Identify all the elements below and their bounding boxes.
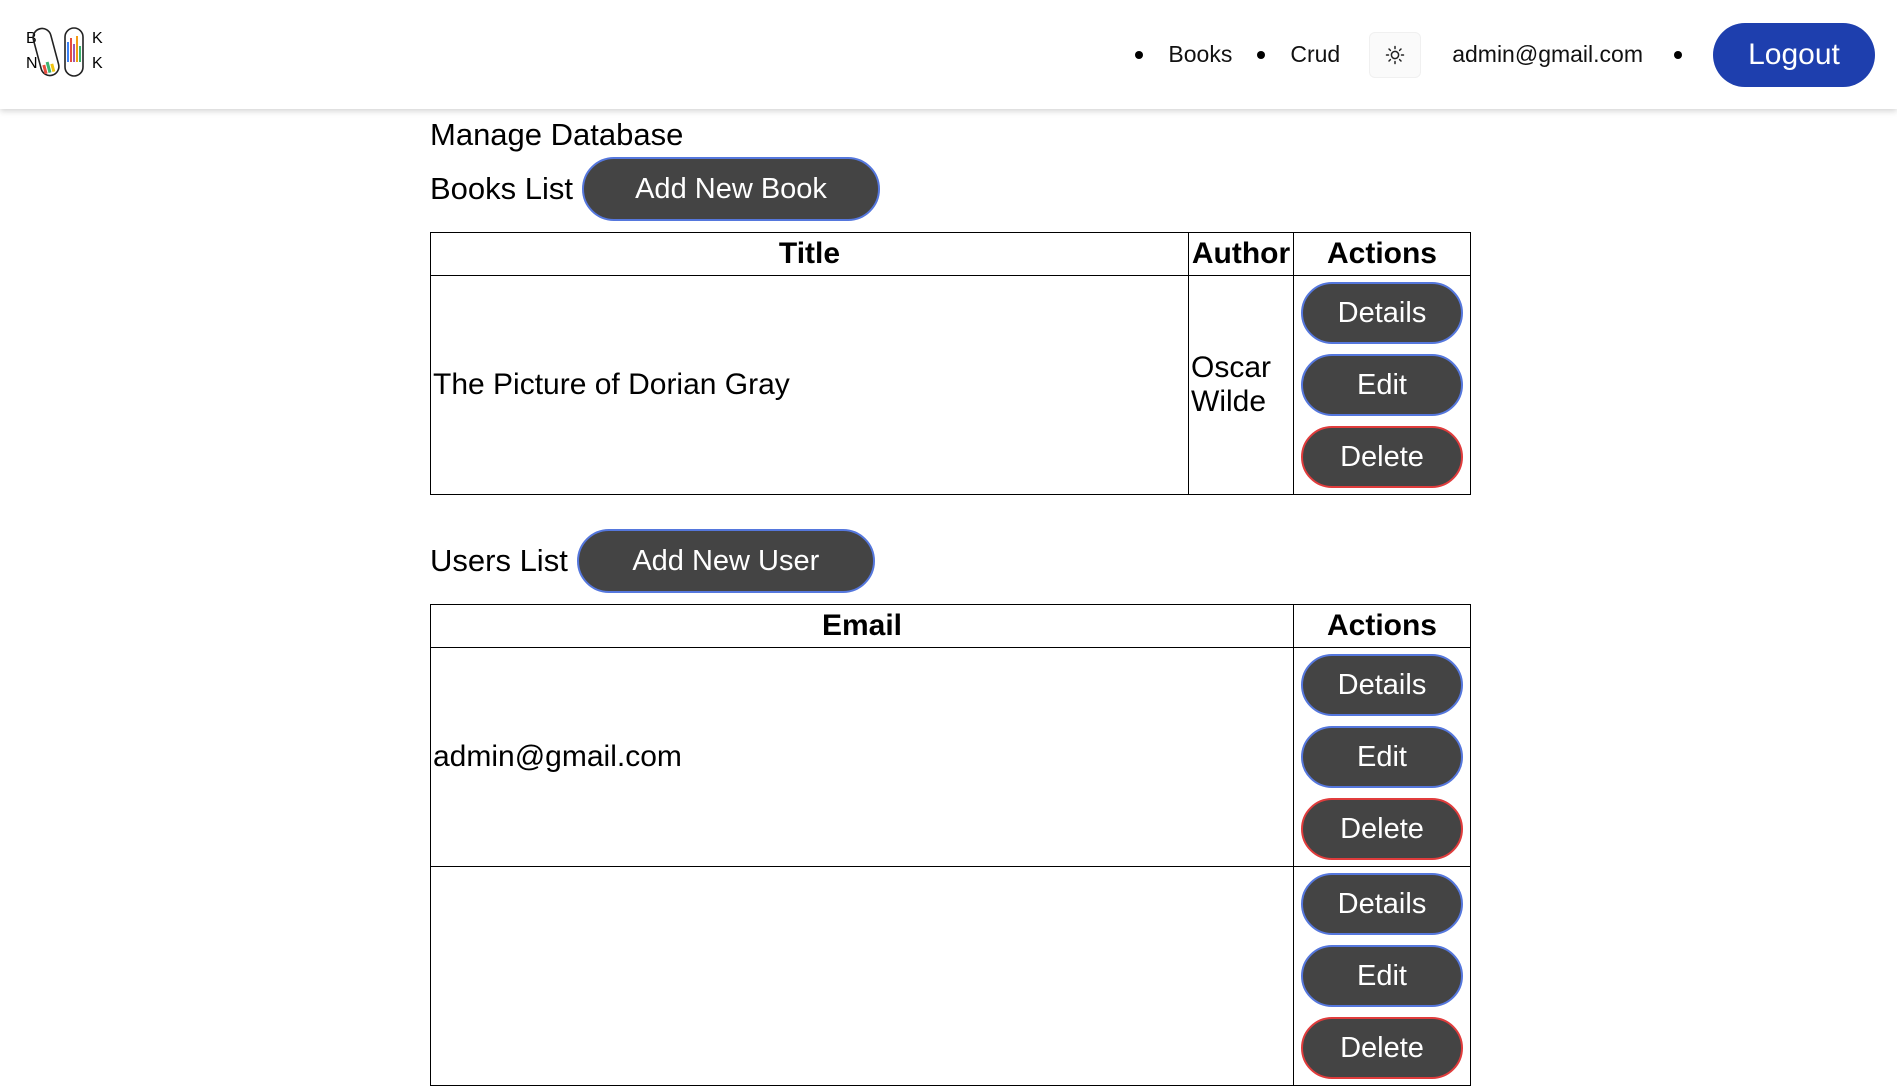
sun-icon [1385,45,1405,64]
edit-button[interactable]: Edit [1301,726,1463,788]
user-email: admin@gmail.com [1452,41,1643,67]
add-new-user-button[interactable]: Add New User [576,529,875,593]
bullet [1135,50,1144,59]
page-title: Manage Database [430,117,684,152]
delete-button[interactable]: Delete [1301,1017,1463,1079]
user-email-cell: admin@gmail.com [430,647,1294,867]
users-table: Email Actions admin@gmail.com Details Ed… [430,604,1471,1086]
add-new-book-button[interactable]: Add New Book [582,157,881,221]
books-list-label: Books List [430,171,574,206]
book-logo-icon [32,27,84,77]
delete-button[interactable]: Delete [1301,426,1463,488]
actions-cell: Details Edit Delete [1293,647,1471,867]
table-row: Details Edit Delete [430,866,1471,1086]
table-row: admin@gmail.com Details Edit Delete [430,647,1471,867]
nav-menu: Books Crud admin@gmail.com Logout [1135,0,1897,109]
bullet [1674,50,1682,59]
column-header-email: Email [430,604,1294,648]
edit-button[interactable]: Edit [1301,945,1463,1007]
delete-button[interactable]: Delete [1301,798,1463,860]
books-section-header: Books List Add New Book [430,157,881,221]
actions-cell: Details Edit Delete [1293,275,1471,495]
bullet [1257,50,1266,59]
logout-button[interactable]: Logout [1713,22,1875,87]
details-button[interactable]: Details [1301,873,1463,935]
details-button[interactable]: Details [1301,282,1463,344]
column-header-title: Title [430,232,1189,276]
table-row: The Picture of Dorian Gray Oscar Wilde D… [430,275,1471,495]
table-header-row: Email Actions [430,604,1471,648]
column-header-author: Author [1188,232,1294,276]
actions-cell: Details Edit Delete [1293,866,1471,1086]
column-header-actions: Actions [1293,604,1471,648]
logo[interactable]: B N K K [24,26,106,78]
book-title-cell: The Picture of Dorian Gray [430,275,1189,495]
theme-toggle-button[interactable] [1369,31,1422,78]
users-section-header: Users List Add New User [430,529,875,593]
nav-link-crud[interactable]: Crud [1290,41,1340,68]
column-header-actions: Actions [1293,232,1471,276]
user-email-cell [430,866,1294,1086]
users-list-label: Users List [430,543,568,578]
books-table: Title Author Actions The Picture of Dori… [430,232,1471,495]
table-header-row: Title Author Actions [430,232,1471,276]
details-button[interactable]: Details [1301,654,1463,716]
nav-link-books[interactable]: Books [1168,41,1232,68]
edit-button[interactable]: Edit [1301,354,1463,416]
book-author-cell: Oscar Wilde [1188,275,1294,495]
top-navbar: B N K K Books Crud admin@gmail.com Logou… [0,0,1897,109]
